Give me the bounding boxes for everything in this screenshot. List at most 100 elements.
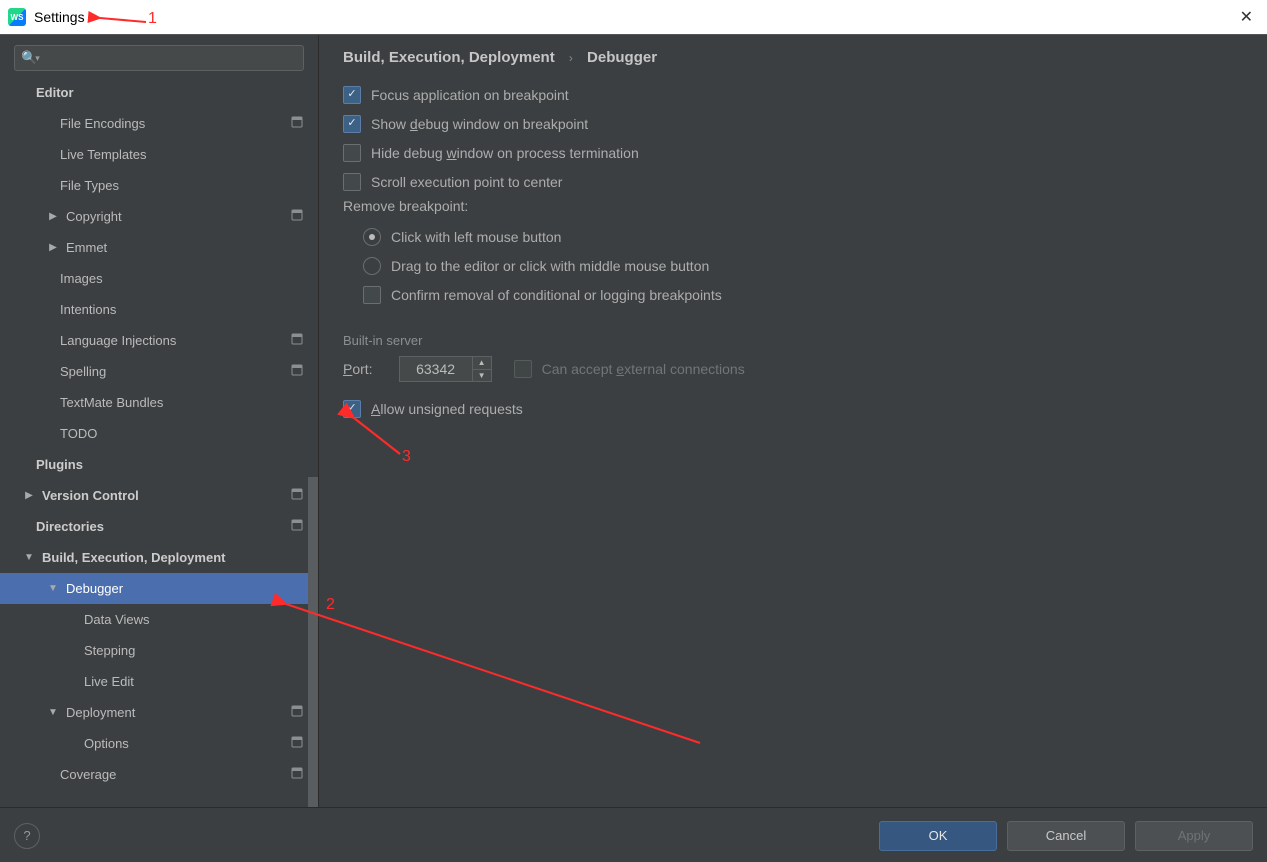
tree-node-textmate-bundles[interactable]: TextMate Bundles xyxy=(0,387,318,418)
tree-node-emmet[interactable]: ▶Emmet xyxy=(0,232,318,263)
checkbox-show-debug-window[interactable] xyxy=(343,115,361,133)
tree-label: File Types xyxy=(60,178,288,193)
window-title: Settings xyxy=(34,9,85,25)
tree-node-data-views[interactable]: Data Views xyxy=(0,604,318,635)
tree-node-coverage[interactable]: Coverage xyxy=(0,759,318,790)
expand-arrow-icon: ▶ xyxy=(22,490,36,501)
tree-label: Build, Execution, Deployment xyxy=(42,550,288,565)
expand-arrow-icon: ▼ xyxy=(46,707,60,718)
tree-node-plugins[interactable]: Plugins xyxy=(0,449,318,480)
expand-arrow-icon: ▶ xyxy=(46,242,60,253)
app-logo-icon: WS xyxy=(8,8,26,26)
checkbox-focus-on-breakpoint[interactable] xyxy=(343,86,361,104)
port-input[interactable] xyxy=(400,357,472,381)
tree-label: Directories xyxy=(36,519,288,534)
label-hide-debug-window: Hide debug window on process termination xyxy=(371,145,639,161)
tree-node-editor[interactable]: Editor xyxy=(0,77,318,108)
label-allow-unsigned: Allow unsigned requests xyxy=(371,401,523,417)
tree-label: Live Templates xyxy=(60,147,288,162)
tree-node-options[interactable]: Options xyxy=(0,728,318,759)
checkbox-scroll-to-center[interactable] xyxy=(343,173,361,191)
tree-label: Deployment xyxy=(66,705,288,720)
settings-tree[interactable]: Editor File Encodings Live Templates File T… xyxy=(0,77,318,807)
tree-label: Intentions xyxy=(60,302,288,317)
tree-node-intentions[interactable]: Intentions xyxy=(0,294,318,325)
breadcrumb-root: Build, Execution, Deployment xyxy=(343,49,555,66)
scrollbar-thumb[interactable] xyxy=(308,477,318,807)
tree-label: Coverage xyxy=(60,767,288,782)
label-click-left: Click with left mouse button xyxy=(391,229,561,245)
tree-label: Copyright xyxy=(66,209,288,224)
apply-button[interactable]: Apply xyxy=(1135,821,1253,851)
remove-breakpoint-label: Remove breakpoint: xyxy=(343,198,1243,214)
tree-node-directories[interactable]: Directories xyxy=(0,511,318,542)
tree-label: Version Control xyxy=(42,488,288,503)
checkbox-allow-unsigned[interactable] xyxy=(343,400,361,418)
spinner-down-icon[interactable]: ▼ xyxy=(473,370,491,382)
tree-node-live-edit[interactable]: Live Edit xyxy=(0,666,318,697)
tree-node-live-templates[interactable]: Live Templates xyxy=(0,139,318,170)
tree-node-deployment[interactable]: ▼ Deployment xyxy=(0,697,318,728)
tree-node-spelling[interactable]: Spelling xyxy=(0,356,318,387)
spinner-up-icon[interactable]: ▲ xyxy=(473,357,491,370)
label-show-debug-window: Show debug window on breakpoint xyxy=(371,116,588,132)
tree-node-todo[interactable]: TODO xyxy=(0,418,318,449)
search-input[interactable]: 🔍 ▾ xyxy=(14,45,304,71)
footer: ? OK Cancel Apply xyxy=(0,807,1267,862)
label-scroll-to-center: Scroll execution point to center xyxy=(371,174,562,190)
radio-click-middle[interactable] xyxy=(363,257,381,275)
breadcrumb-leaf: Debugger xyxy=(587,49,657,66)
chevron-right-icon: › xyxy=(569,51,573,65)
tree-node-images[interactable]: Images xyxy=(0,263,318,294)
ok-button[interactable]: OK xyxy=(879,821,997,851)
tree-label: Spelling xyxy=(60,364,288,379)
checkbox-confirm-removal[interactable] xyxy=(363,286,381,304)
label-accept-external: Can accept external connections xyxy=(542,361,745,377)
checkbox-hide-debug-window[interactable] xyxy=(343,144,361,162)
tree-node-stepping[interactable]: Stepping xyxy=(0,635,318,666)
tree-label: Language Injections xyxy=(60,333,288,348)
breadcrumb: Build, Execution, Deployment › Debugger xyxy=(343,49,1243,66)
tree-label: File Encodings xyxy=(60,116,288,131)
tree-label: Plugins xyxy=(36,457,288,472)
port-spinner[interactable]: ▲ ▼ xyxy=(399,356,492,382)
expand-arrow-icon: ▼ xyxy=(22,552,36,563)
tree-label: Options xyxy=(84,736,288,751)
content-pane: Build, Execution, Deployment › Debugger … xyxy=(319,35,1267,807)
project-config-icon xyxy=(288,767,306,782)
tree-label: TODO xyxy=(60,426,288,441)
checkbox-accept-external[interactable] xyxy=(514,360,532,378)
tree-node-version-control[interactable]: ▶ Version Control xyxy=(0,480,318,511)
close-icon[interactable]: ✕ xyxy=(1234,1,1259,33)
tree-node-file-encodings[interactable]: File Encodings xyxy=(0,108,318,139)
tree-label: TextMate Bundles xyxy=(60,395,288,410)
tree-label: Live Edit xyxy=(84,674,288,689)
project-config-icon xyxy=(288,116,306,131)
label-focus-on-breakpoint: Focus application on breakpoint xyxy=(371,87,569,103)
project-config-icon xyxy=(288,364,306,379)
label-confirm-removal: Confirm removal of conditional or loggin… xyxy=(391,287,722,303)
radio-click-left[interactable] xyxy=(363,228,381,246)
search-dropdown-icon: ▾ xyxy=(35,53,40,64)
port-label: Port: xyxy=(343,361,373,377)
titlebar: WS Settings ✕ xyxy=(0,0,1267,35)
built-in-server-label: Built-in server xyxy=(343,333,1243,348)
project-config-icon xyxy=(288,488,306,503)
tree-node-build-execution-deployment[interactable]: ▼ Build, Execution, Deployment xyxy=(0,542,318,573)
project-config-icon xyxy=(288,519,306,534)
expand-arrow-icon: ▼ xyxy=(46,583,60,594)
tree-node-debugger[interactable]: ▼ Debugger xyxy=(0,573,318,604)
tree-label: Editor xyxy=(36,85,288,100)
cancel-button[interactable]: Cancel xyxy=(1007,821,1125,851)
tree-node-copyright[interactable]: ▶ Copyright xyxy=(0,201,318,232)
sidebar: 🔍 ▾ Editor File Encodings Live Templates Fi… xyxy=(0,35,319,807)
help-button[interactable]: ? xyxy=(14,823,40,849)
tree-label: Data Views xyxy=(84,612,288,627)
tree-label: Images xyxy=(60,271,288,286)
tree-node-language-injections[interactable]: Language Injections xyxy=(0,325,318,356)
project-config-icon xyxy=(288,333,306,348)
tree-label: Stepping xyxy=(84,643,288,658)
expand-arrow-icon: ▶ xyxy=(46,211,60,222)
tree-label: Debugger xyxy=(66,581,288,596)
tree-node-file-types[interactable]: File Types xyxy=(0,170,318,201)
